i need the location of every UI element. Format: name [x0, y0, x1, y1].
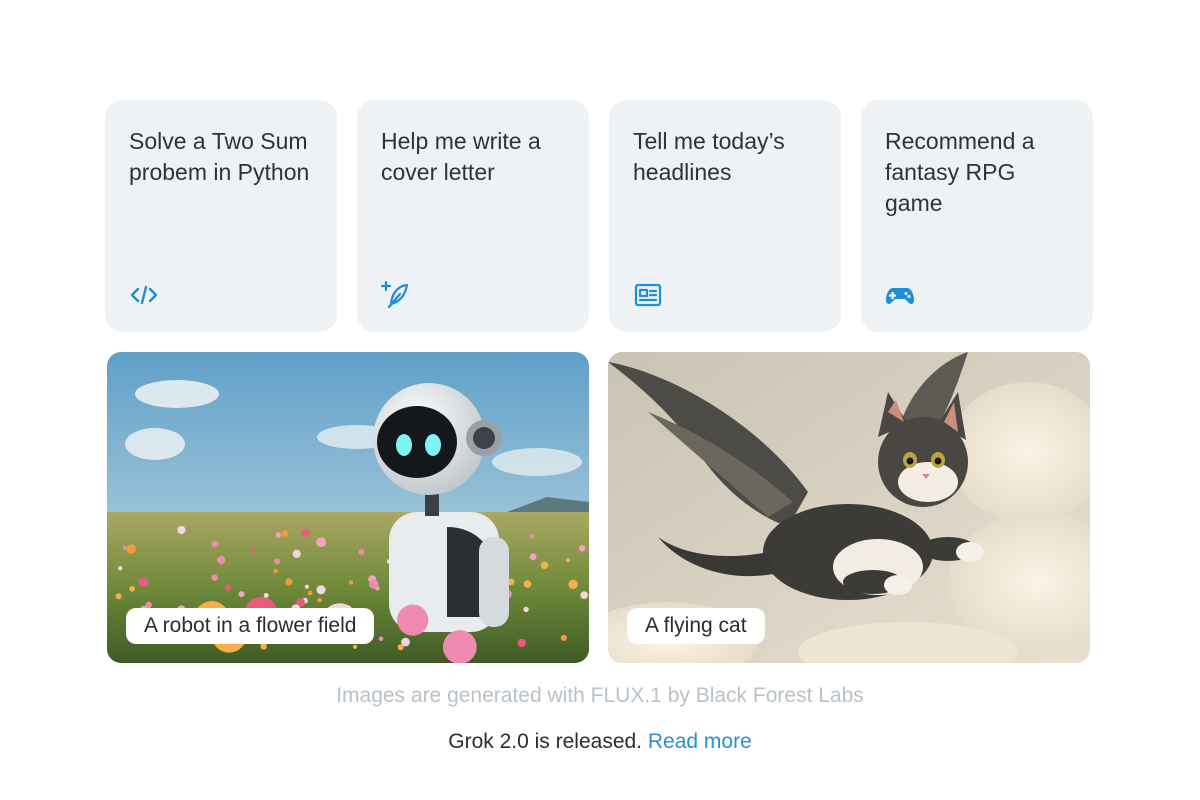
release-text: Grok 2.0 is released. — [448, 730, 643, 753]
release-notice: Grok 2.0 is released. Read more — [0, 730, 1200, 754]
suggestion-label: Tell me today’s headlines — [633, 128, 785, 185]
image-credit: Images are generated with FLUX.1 by Blac… — [336, 684, 864, 707]
newspaper-icon — [633, 280, 663, 310]
image-caption: A robot in a flower field — [126, 608, 375, 644]
suggestion-label: Recommend a fantasy RPG game — [885, 128, 1035, 216]
suggestion-card-headlines[interactable]: Tell me today’s headlines — [609, 100, 841, 332]
read-more-link[interactable]: Read more — [648, 730, 752, 753]
suggestion-card-cover-letter[interactable]: Help me write a cover letter — [357, 100, 589, 332]
suggestion-card-rpg[interactable]: Recommend a fantasy RPG game — [861, 100, 1093, 332]
image-caption: A flying cat — [627, 608, 765, 644]
suggestion-card-two-sum[interactable]: Solve a Two Sum probem in Python — [105, 100, 337, 332]
code-icon — [129, 280, 159, 310]
suggestion-label: Solve a Two Sum probem in Python — [129, 128, 310, 185]
image-card-robot[interactable]: A robot in a flower field — [107, 352, 589, 663]
image-card-cat[interactable]: A flying cat — [608, 352, 1090, 663]
suggestion-label: Help me write a cover letter — [381, 128, 541, 185]
gamepad-icon — [885, 280, 915, 310]
quill-sparkle-icon — [381, 280, 411, 310]
home-screen: Solve a Two Sum probem in Python Help me… — [0, 0, 1200, 800]
